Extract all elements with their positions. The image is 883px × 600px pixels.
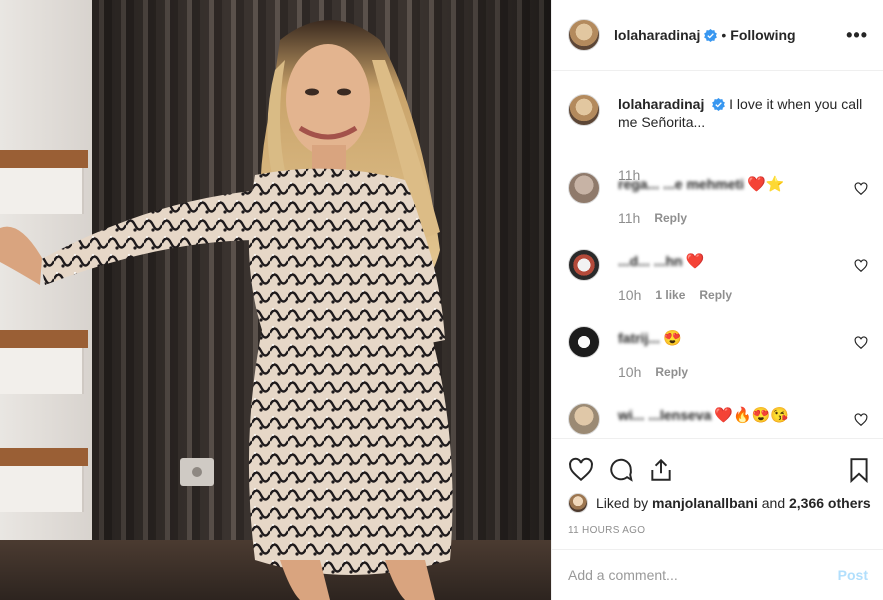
bookmark-icon[interactable]	[846, 457, 872, 483]
comment-text: ❤️⭐	[747, 176, 785, 193]
commenter-avatar[interactable]	[568, 326, 600, 358]
speech-bubble-icon[interactable]	[608, 457, 634, 483]
comment-text: 😍	[663, 330, 682, 347]
small-heart-icon[interactable]	[854, 182, 868, 196]
small-heart-icon[interactable]	[854, 259, 868, 273]
small-heart-icon[interactable]	[854, 336, 868, 350]
comment-text: ❤️	[685, 253, 705, 270]
author-avatar[interactable]	[568, 94, 600, 126]
commenter-username[interactable]: fatrij...	[618, 330, 660, 346]
separator-dot: •	[721, 27, 727, 43]
commenter-avatar[interactable]	[568, 172, 600, 204]
comment-input[interactable]	[568, 567, 838, 583]
commenter-username[interactable]: wi... ...lenseva	[618, 407, 711, 423]
action-bar: Liked by manjolanallbani and 2,366 other…	[552, 438, 883, 550]
comment-time[interactable]: 10h	[618, 364, 641, 380]
heart-outline-icon[interactable]	[568, 457, 594, 483]
comment-likes-count[interactable]: 1 like	[655, 288, 685, 302]
liker-avatar[interactable]	[568, 493, 588, 513]
following-button[interactable]: Following	[730, 27, 795, 43]
reply-button[interactable]: Reply	[654, 211, 687, 225]
liked-by-prefix: Liked by	[596, 495, 649, 511]
comment-time[interactable]: 10h	[618, 287, 641, 303]
post-header: lolaharadinaj • Following •••	[552, 0, 883, 71]
post-side-panel: lolaharadinaj • Following ••• lolaharadi…	[551, 0, 883, 600]
verified-badge-icon	[704, 28, 718, 42]
commenter-avatar[interactable]	[568, 403, 600, 435]
woman-figure	[0, 20, 453, 600]
reply-button[interactable]: Reply	[699, 288, 732, 302]
post-photo[interactable]	[0, 0, 551, 600]
comment-time[interactable]: 11h	[618, 210, 640, 226]
more-options-icon[interactable]: •••	[846, 25, 868, 46]
share-icon[interactable]	[648, 457, 674, 483]
caption-username[interactable]: lolaharadinaj	[618, 96, 704, 112]
post-timestamp[interactable]: 11 HOURS AGO	[568, 525, 645, 536]
comments-list[interactable]: lolaharadinaj I love it when you call me…	[552, 72, 883, 438]
commenter-username[interactable]: rega... ...e mehmeti	[618, 176, 744, 192]
author-avatar[interactable]	[568, 19, 600, 51]
comment-text: ❤️🔥😍😘	[714, 407, 790, 424]
liker-username[interactable]: manjolanallbani	[652, 495, 758, 511]
post-comment-button[interactable]: Post	[838, 567, 868, 583]
add-comment-bar: Post	[552, 549, 883, 600]
likes-count[interactable]: 2,366 others	[789, 495, 871, 511]
reply-button[interactable]: Reply	[655, 365, 688, 379]
author-username[interactable]: lolaharadinaj	[614, 27, 700, 43]
commenter-avatar[interactable]	[568, 249, 600, 281]
liked-by: Liked by manjolanallbani and 2,366 other…	[568, 493, 871, 513]
small-heart-icon[interactable]	[854, 413, 868, 427]
commenter-username[interactable]: ...d... ...hn	[618, 253, 683, 269]
verified-badge-icon	[712, 98, 726, 111]
liked-by-conj: and	[761, 495, 786, 511]
